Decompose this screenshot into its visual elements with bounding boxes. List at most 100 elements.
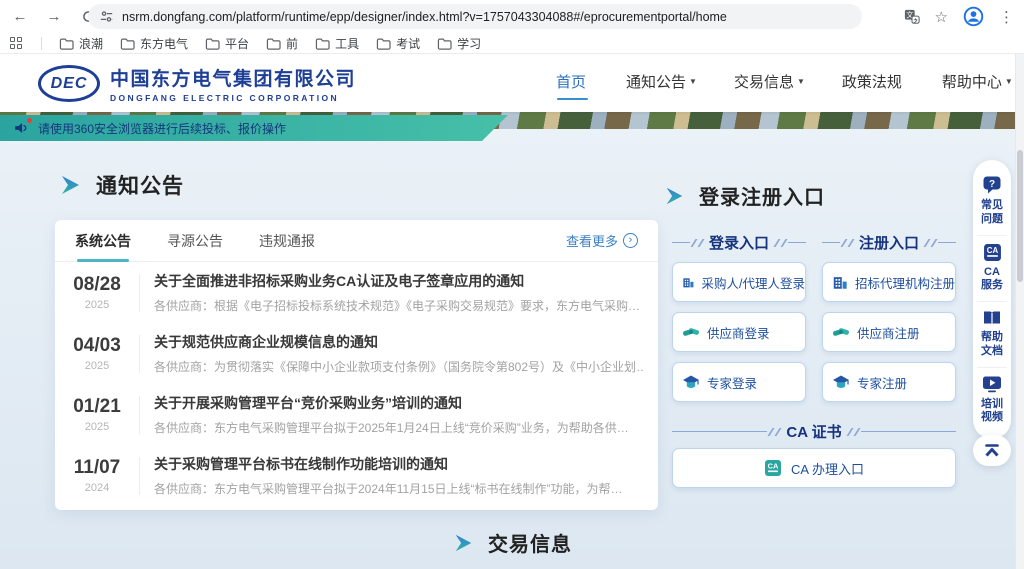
notice-date: 04/03 2025 bbox=[55, 335, 139, 372]
expert-register-button[interactable]: 专家注册 bbox=[822, 362, 956, 402]
tab-sourcing-notices[interactable]: 寻源公告 bbox=[167, 219, 223, 263]
floating-quickbar: ? 常见问题 CA CA服务 帮助文档 培训视频 bbox=[973, 160, 1011, 439]
site-settings-icon[interactable] bbox=[100, 10, 113, 23]
browser-toolbar: ← → nsrm.dongfang.com/platform/runtime/e… bbox=[0, 0, 1024, 33]
view-more-link[interactable]: 查看更多 › bbox=[566, 231, 638, 250]
notice-day: 08/28 bbox=[55, 274, 139, 296]
tab-system-notices[interactable]: 系统公告 bbox=[75, 219, 131, 263]
notice-title[interactable]: 关于规范供应商企业规模信息的通知 bbox=[154, 332, 644, 352]
caret-down-icon: ▼ bbox=[797, 77, 805, 86]
folder-icon bbox=[266, 37, 281, 50]
notice-year: 2025 bbox=[55, 421, 139, 433]
notice-row[interactable]: 04/03 2025 关于规范供应商企业规模信息的通知 各供应商：为贯彻落实《保… bbox=[55, 323, 658, 384]
bookmark-label: 学习 bbox=[457, 35, 481, 52]
bookmark-folder[interactable]: 东方电气 bbox=[120, 35, 188, 52]
bookmark-star-icon[interactable]: ☆ bbox=[935, 8, 948, 26]
notice-day: 04/03 bbox=[55, 335, 139, 357]
section-title: 通知公告 bbox=[96, 170, 184, 200]
ca-card-icon: CA bbox=[764, 459, 782, 477]
back-icon[interactable]: ← bbox=[6, 3, 34, 31]
ca-apply-button[interactable]: CA CA 办理入口 bbox=[672, 448, 956, 488]
nav-notices[interactable]: 通知公告▼ bbox=[626, 63, 697, 104]
folder-icon bbox=[376, 37, 391, 50]
apps-grid-icon[interactable] bbox=[10, 37, 22, 49]
supplier-register-button[interactable]: 供应商注册 bbox=[822, 312, 956, 352]
notice-title[interactable]: 关于开展采购管理平台“竞价采购业务”培训的通知 bbox=[154, 393, 644, 413]
svg-text:CA: CA bbox=[768, 462, 779, 471]
handshake-icon bbox=[682, 324, 700, 340]
view-more-label: 查看更多 bbox=[566, 231, 618, 250]
nav-label: 通知公告 bbox=[626, 71, 686, 92]
nav-policies[interactable]: 政策法规 bbox=[842, 63, 905, 104]
purchaser-agent-login-button[interactable]: 采购人/代理人登录 bbox=[672, 262, 806, 302]
logo-abbr: DEC bbox=[51, 75, 88, 93]
notice-year: 2025 bbox=[55, 299, 139, 311]
book-icon bbox=[982, 309, 1002, 327]
button-label: 供应商登录 bbox=[707, 323, 770, 342]
ribbon-text: 请使用360安全浏览器进行后续投标、报价操作 bbox=[38, 120, 286, 137]
page-content: 通知公告 系统公告 寻源公告 违规通报 查看更多 › 08/28 2025 关 bbox=[0, 129, 1024, 569]
expert-login-button[interactable]: 专家登录 bbox=[672, 362, 806, 402]
notice-title[interactable]: 关于采购管理平台标书在线制作功能培训的通知 bbox=[154, 454, 644, 474]
quickbar-label: 常见问题 bbox=[980, 199, 1004, 227]
notice-title[interactable]: 关于全面推进非招标采购业务CA认证及电子签章应用的通知 bbox=[154, 271, 644, 291]
forward-icon[interactable]: → bbox=[40, 3, 68, 31]
browser-menu-icon[interactable]: ⋮ bbox=[999, 8, 1014, 26]
caret-down-icon: ▼ bbox=[689, 77, 697, 86]
notice-row[interactable]: 11/07 2024 关于采购管理平台标书在线制作功能培训的通知 各供应商：东方… bbox=[55, 445, 658, 506]
quickbar-help-docs[interactable]: 帮助文档 bbox=[977, 301, 1007, 367]
quickbar-training-videos[interactable]: 培训视频 bbox=[977, 367, 1007, 434]
profile-avatar-icon[interactable] bbox=[963, 6, 984, 27]
browser-notice-ribbon: 请使用360安全浏览器进行后续投标、报价操作 bbox=[0, 115, 508, 141]
url-bar[interactable]: nsrm.dongfang.com/platform/runtime/epp/d… bbox=[88, 4, 862, 29]
toolbar-actions: 文 ☆ ⋮ bbox=[904, 2, 1014, 31]
bookmark-folder[interactable]: 考试 bbox=[376, 35, 420, 52]
notice-desc: 各供应商：东方电气采购管理平台拟于2024年11月15日上线“标书在线制作”功能… bbox=[154, 480, 644, 497]
login-entry-label: 登录入口 bbox=[709, 232, 769, 253]
bookmark-label: 工具 bbox=[335, 35, 359, 52]
ca-cert-label: CA 证书 bbox=[786, 421, 841, 442]
quickbar-label: 帮助文档 bbox=[980, 331, 1004, 359]
notice-date: 11/07 2024 bbox=[55, 457, 139, 494]
tab-violation-reports[interactable]: 违规通报 bbox=[259, 219, 315, 263]
supplier-login-button[interactable]: 供应商登录 bbox=[672, 312, 806, 352]
notice-year: 2025 bbox=[55, 360, 139, 372]
nav-home[interactable]: 首页 bbox=[556, 63, 589, 104]
site-header: DEC 中国东方电气集团有限公司 DONGFANG ELECTRIC CORPO… bbox=[0, 54, 1024, 112]
bookmark-folder[interactable]: 浪潮 bbox=[59, 35, 103, 52]
bookmark-folder[interactable]: 学习 bbox=[437, 35, 481, 52]
bookmark-folder[interactable]: 工具 bbox=[315, 35, 359, 52]
quickbar-ca-service[interactable]: CA CA服务 bbox=[977, 235, 1007, 302]
notice-row[interactable]: 08/28 2025 关于全面推进非招标采购业务CA认证及电子签章应用的通知 各… bbox=[55, 262, 658, 323]
quickbar-label: 培训视频 bbox=[980, 398, 1004, 426]
folder-icon bbox=[59, 37, 74, 50]
video-player-icon bbox=[982, 375, 1002, 394]
bookmark-label: 前 bbox=[286, 35, 298, 52]
notice-date: 01/21 2025 bbox=[55, 396, 139, 433]
translate-icon[interactable]: 文 bbox=[904, 9, 920, 25]
section-title: 登录注册入口 bbox=[699, 181, 825, 210]
scrollbar-thumb[interactable] bbox=[1017, 150, 1023, 282]
bookmark-folder[interactable]: 前 bbox=[266, 35, 298, 52]
notice-date: 08/28 2025 bbox=[55, 274, 139, 311]
nav-trade-info[interactable]: 交易信息▼ bbox=[734, 63, 805, 104]
notice-desc: 各供应商：根据《电子招标投标系统技术规范》《电子采购交易规范》要求，东方电气采购… bbox=[154, 297, 644, 314]
folder-icon bbox=[437, 37, 452, 50]
notice-day: 11/07 bbox=[55, 457, 139, 479]
folder-icon bbox=[315, 37, 330, 50]
bookmark-label: 东方电气 bbox=[140, 35, 188, 52]
login-section-header: 登录注册入口 bbox=[663, 181, 825, 210]
notice-row[interactable]: 01/21 2025 关于开展采购管理平台“竞价采购业务”培训的通知 各供应商：… bbox=[55, 384, 658, 445]
page-scrollbar[interactable] bbox=[1015, 54, 1024, 569]
back-to-top-button[interactable] bbox=[973, 435, 1011, 466]
notice-desc: 各供应商：东方电气采购管理平台拟于2025年1月24日上线“竞价采购”业务，为帮… bbox=[154, 419, 644, 436]
company-logo[interactable]: DEC 中国东方电气集团有限公司 DONGFANG ELECTRIC CORPO… bbox=[38, 64, 356, 103]
button-label: 专家注册 bbox=[857, 373, 907, 392]
bookmark-folder[interactable]: 平台 bbox=[205, 35, 249, 52]
notification-dot bbox=[27, 118, 32, 123]
quickbar-faq[interactable]: ? 常见问题 bbox=[977, 168, 1007, 235]
screenshot-root: ← → nsrm.dongfang.com/platform/runtime/e… bbox=[0, 0, 1024, 569]
url-text: nsrm.dongfang.com/platform/runtime/epp/d… bbox=[122, 10, 727, 24]
bidding-agency-register-button[interactable]: 招标代理机构注册 bbox=[822, 262, 956, 302]
nav-help-center[interactable]: 帮助中心▼ bbox=[942, 63, 1013, 104]
